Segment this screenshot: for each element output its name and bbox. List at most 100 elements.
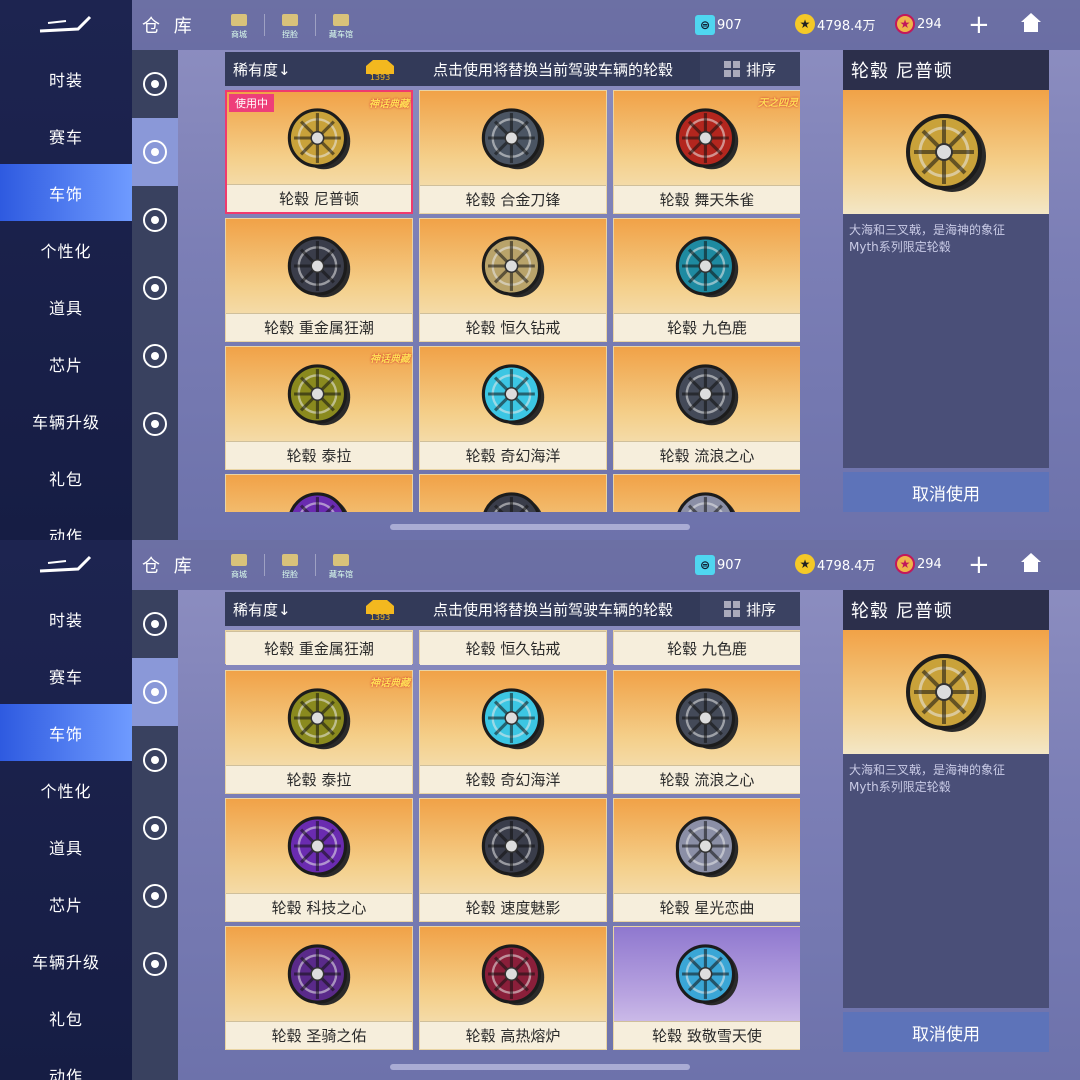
sidebar-item[interactable]: 车辆升级 — [0, 932, 132, 989]
partial-card[interactable]: 轮毂 恒久钻戒 — [419, 630, 607, 665]
wheel-card[interactable]: 轮毂 速度魅影 — [419, 798, 607, 922]
sidebar-item[interactable]: 赛车 — [0, 107, 132, 164]
sidebar-item[interactable]: 动作 — [0, 1046, 132, 1080]
subnav-rocket[interactable] — [132, 726, 178, 794]
subnav-rocket[interactable] — [132, 186, 178, 254]
top-link-garage[interactable]: 藏车馆 — [316, 551, 366, 580]
sidebar-item[interactable]: 时装 — [0, 50, 132, 107]
wheel-card[interactable]: 轮毂 高热熔炉 — [419, 926, 607, 1050]
sidebar-item[interactable]: 芯片 — [0, 335, 132, 392]
wheel-image — [614, 475, 800, 512]
wheel-card-partial[interactable] — [225, 474, 413, 512]
add-currency-button[interactable]: + — [968, 550, 990, 580]
coins-value: 4798.4万 — [817, 18, 876, 34]
wheel-image — [420, 927, 606, 1021]
partial-card[interactable]: 轮毂 重金属狂潮 — [225, 630, 413, 665]
subnav-tire[interactable] — [132, 50, 178, 118]
scroll-indicator[interactable] — [390, 524, 690, 530]
detail-image — [843, 90, 1049, 214]
tickets-value: 907 — [717, 17, 742, 33]
subnav-figure[interactable] — [132, 254, 178, 322]
home-button[interactable] — [1018, 10, 1044, 34]
garage-icon — [333, 13, 349, 26]
card-label: 轮毂 泰拉 — [226, 765, 412, 793]
sidebar-item[interactable]: 赛车 — [0, 647, 132, 704]
wheel-image — [226, 927, 412, 1021]
home-icon — [1021, 553, 1041, 572]
sidebar-item[interactable]: 动作 — [0, 506, 132, 541]
wheel-card[interactable]: 轮毂 星光恋曲 — [613, 798, 800, 922]
partial-card[interactable]: 轮毂 九色鹿 — [613, 630, 800, 665]
cancel-use-button[interactable]: 取消使用 — [843, 1012, 1049, 1052]
wheel-card[interactable]: 轮毂 科技之心 — [225, 798, 413, 922]
sidebar-menu: 时装 赛车 车饰 个性化 道具 芯片 车辆升级 礼包 动作 — [0, 50, 132, 540]
ticket-icon: ⊜ — [695, 555, 715, 575]
wheel-card[interactable]: 使用中 神话典藏 轮毂 尼普顿 — [225, 90, 413, 214]
wheel-card[interactable]: 轮毂 奇幻海洋 — [419, 346, 607, 470]
series-badge: 神话典藏 — [370, 354, 410, 365]
sidebar-item[interactable]: 礼包 — [0, 449, 132, 506]
wheel-card[interactable]: 轮毂 圣骑之佑 — [225, 926, 413, 1050]
wheel-card[interactable]: 神话典藏 轮毂 泰拉 — [225, 670, 413, 794]
top-link-face[interactable]: 捏脸 — [265, 551, 315, 580]
cancel-use-button[interactable]: 取消使用 — [843, 472, 1049, 512]
top-link-face[interactable]: 捏脸 — [265, 11, 315, 40]
wheel-card[interactable]: 轮毂 九色鹿 — [613, 218, 800, 342]
sidebar-item[interactable]: 个性化 — [0, 221, 132, 278]
wheel-card[interactable]: 轮毂 奇幻海洋 — [419, 670, 607, 794]
wheel-card[interactable]: 轮毂 致敬雪天使 — [613, 926, 800, 1050]
sidebar-item[interactable]: 个性化 — [0, 761, 132, 818]
top-link-label: 商城 — [231, 569, 247, 579]
subnav-flag[interactable] — [132, 930, 178, 998]
face-icon — [282, 553, 298, 566]
detail-name: 轮毂 尼普顿 — [843, 50, 1049, 90]
sidebar-item[interactable]: 芯片 — [0, 875, 132, 932]
sidebar-item[interactable]: 道具 — [0, 278, 132, 335]
add-currency-button[interactable]: + — [968, 10, 990, 40]
subnav-wheel[interactable] — [132, 118, 178, 186]
svg-text:1393: 1393 — [370, 613, 390, 622]
sort-button[interactable]: 排序 — [700, 592, 800, 626]
card-label: 轮毂 合金刀锋 — [420, 185, 606, 213]
sidebar-item[interactable]: 车饰 — [0, 704, 132, 761]
home-button[interactable] — [1018, 550, 1044, 574]
card-label: 轮毂 恒久钻戒 — [420, 631, 606, 665]
card-label: 轮毂 重金属狂潮 — [226, 313, 412, 341]
card-label: 轮毂 流浪之心 — [614, 441, 800, 469]
wheel-card[interactable]: 轮毂 重金属狂潮 — [225, 218, 413, 342]
subnav-wheel[interactable] — [132, 658, 178, 726]
logo — [0, 540, 132, 590]
wheel-card-partial[interactable] — [613, 474, 800, 512]
logo-icon — [39, 15, 92, 33]
sidebar-item[interactable]: 车饰 — [0, 164, 132, 221]
points-value: 294 — [917, 16, 942, 32]
subnav-plate[interactable] — [132, 862, 178, 930]
wheel-card-partial[interactable] — [419, 474, 607, 512]
top-link-shop[interactable]: 商城 — [214, 551, 264, 580]
wheel-card[interactable]: 神话典藏 轮毂 泰拉 — [225, 346, 413, 470]
subnav-figure[interactable] — [132, 794, 178, 862]
rarity-sort[interactable]: 稀有度↓ — [233, 59, 363, 80]
sidebar-item[interactable]: 时装 — [0, 590, 132, 647]
top-link-garage[interactable]: 藏车馆 — [316, 11, 366, 40]
speed-badge: 1393 — [363, 596, 397, 622]
top-link-shop[interactable]: 商城 — [214, 11, 264, 40]
sidebar-item[interactable]: 道具 — [0, 818, 132, 875]
sort-button[interactable]: 排序 — [700, 52, 800, 86]
wheel-card[interactable]: 轮毂 恒久钻戒 — [419, 218, 607, 342]
card-label: 轮毂 九色鹿 — [614, 631, 800, 665]
in-use-tag: 使用中 — [229, 94, 274, 112]
subnav-tire[interactable] — [132, 590, 178, 658]
wheel-card[interactable]: 轮毂 流浪之心 — [613, 346, 800, 470]
wheel-card[interactable]: 轮毂 流浪之心 — [613, 670, 800, 794]
rarity-sort[interactable]: 稀有度↓ — [233, 599, 363, 620]
sidebar-item[interactable]: 礼包 — [0, 989, 132, 1046]
wheel-card[interactable]: 轮毂 合金刀锋 — [419, 90, 607, 214]
tire-icon — [143, 612, 167, 636]
sidebar-item[interactable]: 车辆升级 — [0, 392, 132, 449]
points-counter: ★ 294 — [895, 554, 942, 574]
subnav-plate[interactable] — [132, 322, 178, 390]
wheel-card[interactable]: 天之四灵 轮毂 舞天朱雀 — [613, 90, 800, 214]
scroll-indicator[interactable] — [390, 1064, 690, 1070]
subnav-flag[interactable] — [132, 390, 178, 458]
